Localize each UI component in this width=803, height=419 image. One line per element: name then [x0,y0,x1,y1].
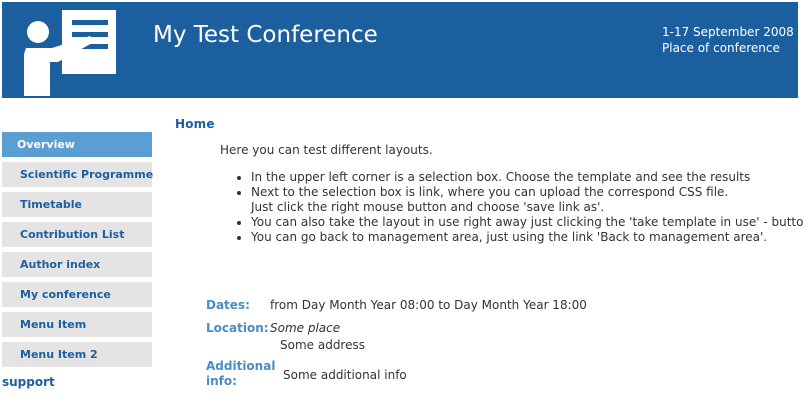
additional-info-value: Some additional info [283,368,407,382]
conference-place: Place of conference [662,41,780,55]
sidebar-item-menu-item-2[interactable]: Menu Item 2 [2,342,152,367]
location-place: Some place [270,321,341,335]
info-bullet-list: In the upper left corner is a selection … [233,170,803,245]
additional-info-label-line-2: info: [206,374,237,388]
list-item: In the upper left corner is a selection … [251,170,803,185]
list-item-text: You can go back to management area, just… [251,230,768,244]
intro-text: Here you can test different layouts. [220,143,433,157]
list-item-text: Next to the selection box is link, where… [251,185,729,199]
sidebar-item-my-conference[interactable]: My conference [2,282,152,307]
sidebar-item-menu-item[interactable]: Menu Item [2,312,152,337]
header-banner: My Test Conference 1-17 September 2008 P… [2,2,798,98]
presenter-icon [24,10,116,96]
support-link[interactable]: support [2,375,55,389]
page-title: Home [175,117,215,131]
sidebar-menu: Overview Scientific Programme Timetable … [2,132,153,372]
location-address: Some address [280,338,365,352]
conference-title: My Test Conference [153,22,378,48]
conference-date-place: 1-17 September 2008 Place of conference [662,24,794,56]
sidebar-item-timetable[interactable]: Timetable [2,192,152,217]
list-item: You can also take the layout in use righ… [251,215,803,230]
conference-dates: 1-17 September 2008 [662,25,794,39]
list-item: Next to the selection box is link, where… [251,185,803,215]
sidebar-item-author-index[interactable]: Author index [2,252,152,277]
list-item-text: In the upper left corner is a selection … [251,170,751,184]
sidebar-item-scientific-programme[interactable]: Scientific Programme [2,162,153,187]
sidebar-item-overview[interactable]: Overview [2,132,152,157]
list-item-text: You can also take the layout in use righ… [251,215,803,229]
list-item-subtext: Just click the right mouse button and ch… [251,200,605,214]
dates-label: Dates: [206,298,250,312]
sidebar-item-contribution-list[interactable]: Contribution List [2,222,152,247]
location-label: Location: [206,321,269,335]
dates-value: from Day Month Year 08:00 to Day Month Y… [270,298,587,312]
additional-info-label-line-1: Additional [206,359,276,373]
list-item: You can go back to management area, just… [251,230,803,245]
